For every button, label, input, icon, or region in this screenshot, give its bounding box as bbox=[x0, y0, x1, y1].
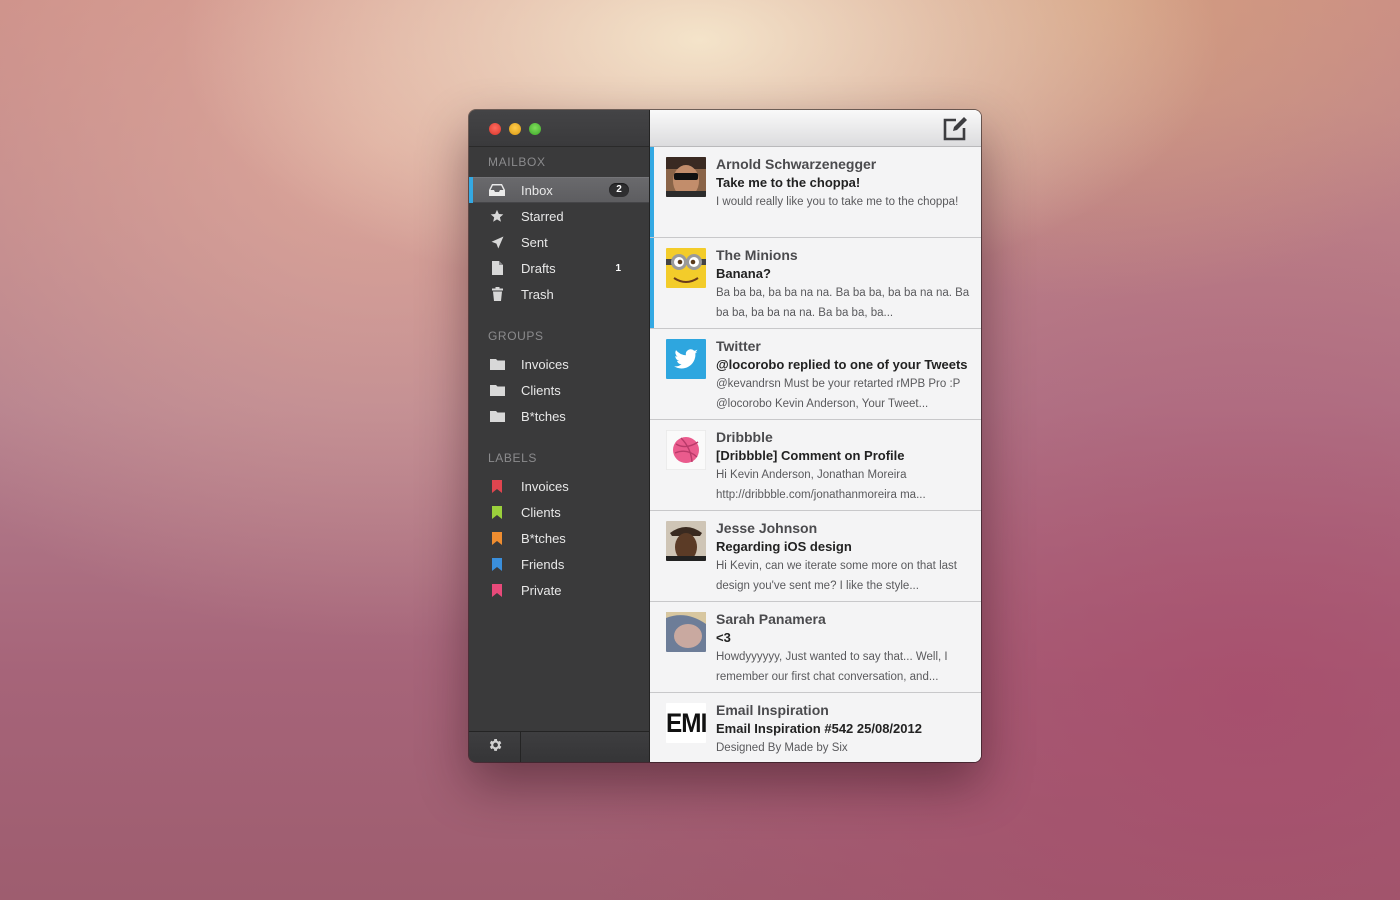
message-preview: Howdyyyyyy, Just wanted to say that... W… bbox=[716, 651, 948, 683]
message-list-pane: Arnold Schwarzenegger Take me to the cho… bbox=[650, 110, 981, 762]
settings-button[interactable] bbox=[469, 732, 521, 762]
message-preview: Designed By Made by Six bbox=[716, 742, 848, 754]
message-row[interactable]: The Minions Banana? Ba ba ba, ba ba na n… bbox=[650, 238, 981, 329]
bookmark-icon bbox=[489, 530, 505, 546]
compose-button[interactable] bbox=[942, 116, 968, 142]
avatar bbox=[666, 248, 706, 288]
sidebar: MAILBOX Inbox 2 Starred Sent Drafts 1 Tr… bbox=[469, 110, 650, 762]
paper-plane-icon bbox=[489, 234, 505, 250]
message-sender: Email Inspiration bbox=[716, 702, 829, 718]
close-window-button[interactable] bbox=[489, 123, 501, 135]
message-subject: @locorobo replied to one of your Tweets bbox=[716, 357, 968, 372]
message-subject: Regarding iOS design bbox=[716, 539, 852, 554]
message-row[interactable]: Twitter @locorobo replied to one of your… bbox=[650, 329, 981, 420]
labels-section-label: LABELS bbox=[488, 451, 537, 465]
message-row[interactable]: Dribbble [Dribbble] Comment on Profile H… bbox=[650, 420, 981, 511]
sidebar-item-label-friends[interactable]: Friends bbox=[469, 551, 649, 577]
drafts-count: 1 bbox=[615, 262, 621, 274]
sidebar-item-trash[interactable]: Trash bbox=[469, 281, 649, 307]
avatar bbox=[666, 339, 706, 379]
message-subject: Banana? bbox=[716, 266, 771, 281]
folder-icon bbox=[489, 408, 505, 424]
bookmark-icon bbox=[489, 582, 505, 598]
sidebar-item-label: Friends bbox=[521, 556, 565, 572]
folder-icon bbox=[489, 356, 505, 372]
toolbar bbox=[650, 110, 981, 147]
compose-icon bbox=[942, 117, 968, 146]
message-sender: Sarah Panamera bbox=[716, 611, 826, 627]
inbox-icon bbox=[489, 182, 505, 198]
sidebar-item-label: Starred bbox=[521, 208, 564, 224]
sidebar-item-label: Clients bbox=[521, 382, 561, 398]
sidebar-item-group-clients[interactable]: Clients bbox=[469, 377, 649, 403]
message-sender: Twitter bbox=[716, 338, 761, 354]
message-row[interactable]: EMI Email Inspiration Email Inspiration … bbox=[650, 693, 981, 762]
avatar bbox=[666, 430, 706, 470]
avatar bbox=[666, 612, 706, 652]
dribbble-ball-icon bbox=[666, 430, 706, 470]
document-icon bbox=[489, 260, 505, 276]
message-sender: Jesse Johnson bbox=[716, 520, 818, 536]
message-list: Arnold Schwarzenegger Take me to the cho… bbox=[650, 147, 981, 762]
message-preview: Hi Kevin, can we iterate some more on th… bbox=[716, 560, 957, 592]
folder-icon bbox=[489, 382, 505, 398]
sidebar-item-label: B*tches bbox=[521, 408, 566, 424]
sidebar-item-label: Sent bbox=[521, 234, 548, 250]
message-preview: Hi Kevin Anderson, Jonathan Moreira http… bbox=[716, 469, 926, 501]
sidebar-item-label: Clients bbox=[521, 504, 561, 520]
sidebar-item-label: Inbox bbox=[521, 182, 553, 198]
message-sender: The Minions bbox=[716, 247, 798, 263]
sidebar-item-label: Drafts bbox=[521, 260, 556, 276]
trash-icon bbox=[489, 286, 505, 302]
message-subject: [Dribbble] Comment on Profile bbox=[716, 448, 905, 463]
bookmark-icon bbox=[489, 556, 505, 572]
sidebar-item-label-clients[interactable]: Clients bbox=[469, 499, 649, 525]
sidebar-item-label: Trash bbox=[521, 286, 554, 302]
bookmark-icon bbox=[489, 504, 505, 520]
groups-section-label: GROUPS bbox=[488, 329, 544, 343]
email-inspiration-logo: EMI bbox=[666, 708, 706, 738]
window-titlebar bbox=[469, 110, 649, 147]
bookmark-icon bbox=[489, 478, 505, 494]
message-preview: I would really like you to take me to th… bbox=[716, 196, 959, 208]
zoom-window-button[interactable] bbox=[529, 123, 541, 135]
avatar bbox=[666, 157, 706, 197]
sidebar-item-label-private[interactable]: Private bbox=[469, 577, 649, 603]
sidebar-item-label-invoices[interactable]: Invoices bbox=[469, 473, 649, 499]
message-row[interactable]: Jesse Johnson Regarding iOS design Hi Ke… bbox=[650, 511, 981, 602]
sidebar-item-label: Private bbox=[521, 582, 562, 598]
message-preview: Ba ba ba, ba ba na na. Ba ba ba, ba ba n… bbox=[716, 287, 970, 319]
minimize-window-button[interactable] bbox=[509, 123, 521, 135]
sidebar-item-sent[interactable]: Sent bbox=[469, 229, 649, 255]
sidebar-item-label: Invoices bbox=[521, 356, 569, 372]
message-subject: Email Inspiration #542 25/08/2012 bbox=[716, 721, 922, 736]
avatar: EMI bbox=[666, 703, 706, 743]
mailbox-section-label: MAILBOX bbox=[488, 155, 546, 169]
sidebar-item-group-invoices[interactable]: Invoices bbox=[469, 351, 649, 377]
sidebar-item-starred[interactable]: Starred bbox=[469, 203, 649, 229]
sidebar-item-inbox[interactable]: Inbox 2 bbox=[469, 177, 649, 203]
unread-count-badge: 2 bbox=[609, 183, 629, 197]
message-row[interactable]: Sarah Panamera <3 Howdyyyyyy, Just wante… bbox=[650, 602, 981, 693]
message-subject: <3 bbox=[716, 630, 731, 645]
message-preview: @kevandrsn Must be your retarted rMPB Pr… bbox=[716, 378, 961, 410]
sidebar-item-label: Invoices bbox=[521, 478, 569, 494]
sidebar-item-group-btches[interactable]: B*tches bbox=[469, 403, 649, 429]
twitter-bird-icon bbox=[666, 339, 706, 379]
star-icon bbox=[489, 208, 505, 224]
message-subject: Take me to the choppa! bbox=[716, 175, 861, 190]
sidebar-item-label: B*tches bbox=[521, 530, 566, 546]
avatar bbox=[666, 521, 706, 561]
message-sender: Arnold Schwarzenegger bbox=[716, 156, 877, 172]
message-sender: Dribbble bbox=[716, 429, 773, 445]
sidebar-footer bbox=[469, 731, 649, 762]
sidebar-item-label-btches[interactable]: B*tches bbox=[469, 525, 649, 551]
gear-icon bbox=[487, 737, 503, 758]
sidebar-item-drafts[interactable]: Drafts 1 bbox=[469, 255, 649, 281]
message-row[interactable]: Arnold Schwarzenegger Take me to the cho… bbox=[650, 147, 981, 238]
mail-app-window: MAILBOX Inbox 2 Starred Sent Drafts 1 Tr… bbox=[469, 110, 981, 762]
